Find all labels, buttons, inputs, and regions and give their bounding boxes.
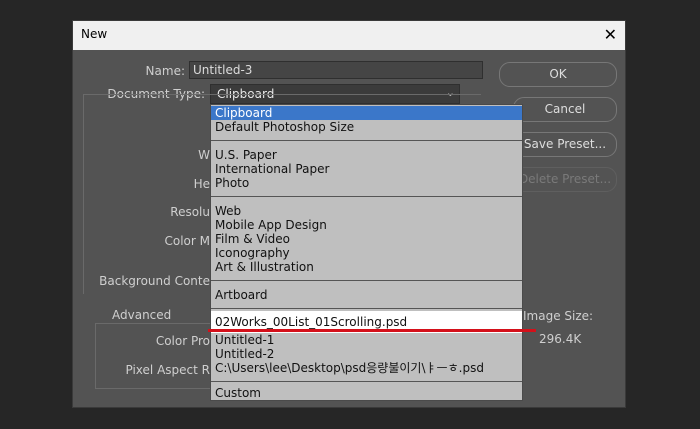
dropdown-item-iconography[interactable]: Iconography — [211, 246, 522, 260]
dropdown-item-artboard[interactable]: Artboard — [211, 288, 522, 302]
new-document-dialog: New ✕ Name: Untitled-3 Document Type: Cl… — [72, 20, 626, 408]
cancel-button[interactable]: Cancel — [513, 97, 617, 122]
delete-preset-button[interactable]: Delete Preset... — [513, 167, 617, 192]
dropdown-item-us-paper[interactable]: U.S. Paper — [211, 148, 522, 162]
dialog-title: New — [81, 27, 108, 41]
height-label: He — [193, 177, 210, 191]
dropdown-separator — [211, 308, 522, 309]
image-size-label: Image Size: — [523, 309, 594, 323]
dropdown-item-desktop-psd[interactable]: C:\Users\lee\Desktop\psd응량불이기\ㅑㅡㅎ.psd — [211, 361, 522, 375]
dropdown-item-international-paper[interactable]: International Paper — [211, 162, 522, 176]
resolution-label: Resolu — [170, 205, 210, 219]
advanced-group-frame — [95, 323, 215, 389]
image-size-value: 296.4K — [539, 332, 582, 346]
save-preset-button[interactable]: Save Preset... — [513, 132, 617, 157]
width-label: W — [198, 148, 210, 162]
dropdown-item-untitled-1[interactable]: Untitled-1 — [211, 333, 522, 347]
pixel-aspect-ratio-label: Pixel Aspect R — [125, 363, 211, 377]
dropdown-item-custom[interactable]: Custom — [211, 386, 522, 400]
close-icon[interactable]: ✕ — [604, 25, 617, 44]
dropdown-item-untitled-2[interactable]: Untitled-2 — [211, 347, 522, 361]
dropdown-separator — [211, 280, 522, 281]
dropdown-item-film-video[interactable]: Film & Video — [211, 232, 522, 246]
background-contents-label: Background Conte — [99, 274, 210, 288]
dropdown-item-photo[interactable]: Photo — [211, 176, 522, 190]
name-label: Name: — [145, 64, 185, 78]
advanced-label: Advanced — [109, 308, 179, 322]
dropdown-separator — [211, 196, 522, 197]
name-input[interactable]: Untitled-3 — [189, 61, 483, 79]
color-mode-label: Color M — [164, 234, 211, 248]
title-bar[interactable]: New ✕ — [73, 21, 625, 50]
dropdown-item-web[interactable]: Web — [211, 204, 522, 218]
dropdown-item-clipboard[interactable]: Clipboard — [211, 106, 522, 120]
dropdown-item-mobile-app-design[interactable]: Mobile App Design — [211, 218, 522, 232]
annotation-underline — [208, 329, 536, 332]
dropdown-item-default-photoshop-size[interactable]: Default Photoshop Size — [211, 120, 522, 134]
color-profile-label: Color Pro — [155, 334, 210, 348]
dropdown-separator — [211, 381, 522, 382]
document-type-dropdown-list: Clipboard Default Photoshop Size U.S. Pa… — [210, 104, 523, 401]
ok-button[interactable]: OK — [499, 62, 617, 87]
dropdown-separator — [211, 140, 522, 141]
dropdown-item-art-illustration[interactable]: Art & Illustration — [211, 260, 522, 274]
